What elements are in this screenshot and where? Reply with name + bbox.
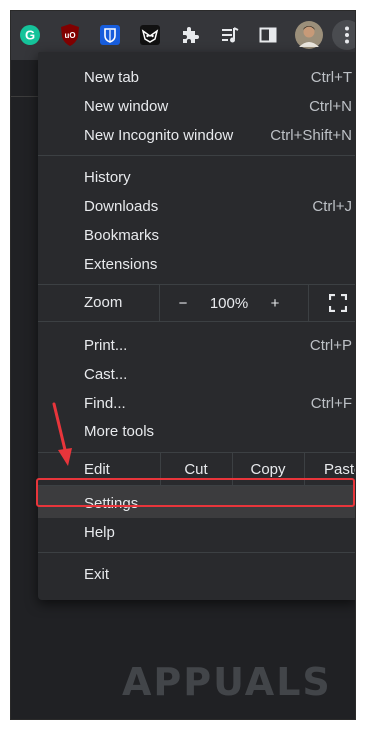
shortcut-label: Ctrl+T: [310, 69, 352, 86]
menu-item-more-tools[interactable]: More tools: [38, 417, 356, 446]
grammarly-icon[interactable]: G: [18, 23, 42, 47]
shortcut-label: Ctrl+J: [312, 198, 352, 215]
menu-separator: [38, 552, 356, 553]
shortcut-label: Ctrl+F: [310, 395, 352, 412]
menu-item-label: Help: [84, 524, 115, 541]
red-arrow-annotation: [48, 402, 78, 477]
menu-item-label: Print...: [84, 337, 128, 354]
zoom-level-value: 100%: [209, 294, 249, 312]
zoom-in-button[interactable]: +: [263, 285, 287, 321]
browser-window: G uO New tab Ctrl+T New window Ctrl+N Ne…: [10, 10, 356, 720]
zoom-label: Zoom: [84, 294, 123, 311]
edit-label: Edit: [84, 461, 110, 478]
menu-item-label: New tab: [84, 69, 140, 86]
menu-item-cast[interactable]: Cast...: [38, 360, 356, 389]
watermark-logo: APPUALS: [122, 660, 332, 704]
divider: [10, 96, 40, 97]
menu-item-new-tab[interactable]: New tab Ctrl+T: [38, 63, 356, 92]
extensions-puzzle-icon[interactable]: [178, 23, 202, 47]
menu-item-label: History: [84, 169, 131, 186]
menu-item-label: Downloads: [84, 198, 159, 215]
shortcut-label: Ctrl+Shift+N: [270, 127, 352, 144]
svg-text:uO: uO: [64, 31, 75, 40]
fullscreen-icon[interactable]: [320, 285, 356, 321]
menu-item-label: Find...: [84, 395, 126, 412]
chrome-main-menu: New tab Ctrl+T New window Ctrl+N New Inc…: [38, 52, 356, 600]
menu-item-label: Cast...: [84, 366, 128, 383]
menu-item-label: Extensions: [84, 256, 158, 273]
shortcut-label: Ctrl+N: [309, 98, 352, 115]
divider: [308, 285, 309, 321]
bitwarden-icon[interactable]: [98, 23, 122, 47]
menu-item-help[interactable]: Help: [38, 518, 356, 547]
menu-item-print[interactable]: Print... Ctrl+P: [38, 331, 356, 360]
media-queue-icon[interactable]: [218, 23, 242, 47]
shortcut-label: Ctrl+P: [309, 337, 352, 354]
settings-highlight-box: [36, 478, 355, 507]
menu-item-label: More tools: [84, 423, 155, 440]
menu-separator: [38, 155, 356, 156]
svg-text:G: G: [25, 28, 35, 43]
ublock-icon[interactable]: uO: [58, 23, 82, 47]
divider: [159, 285, 160, 321]
menu-item-find[interactable]: Find... Ctrl+F: [38, 389, 356, 418]
side-panel-icon[interactable]: [256, 23, 280, 47]
zoom-out-button[interactable]: −: [171, 285, 195, 321]
menu-item-label: Bookmarks: [84, 227, 160, 244]
menu-item-bookmarks[interactable]: Bookmarks: [38, 221, 356, 250]
menu-item-new-window[interactable]: New window Ctrl+N: [38, 92, 356, 121]
profile-avatar[interactable]: [295, 21, 323, 49]
more-menu-icon[interactable]: [332, 20, 356, 50]
menu-item-label: New Incognito window: [84, 127, 234, 144]
menu-item-downloads[interactable]: Downloads Ctrl+J: [38, 192, 356, 221]
extension-mask-icon[interactable]: [138, 23, 162, 47]
menu-item-extensions[interactable]: Extensions: [38, 250, 356, 279]
menu-item-history[interactable]: History: [38, 163, 356, 192]
menu-separator: [38, 321, 356, 322]
menu-item-label: New window: [84, 98, 169, 115]
menu-row-zoom: Zoom − 100% +: [38, 285, 356, 321]
menu-item-label: Exit: [84, 566, 110, 583]
menu-item-new-incognito-window[interactable]: New Incognito window Ctrl+Shift+N: [38, 121, 356, 150]
menu-item-exit[interactable]: Exit: [38, 560, 356, 589]
